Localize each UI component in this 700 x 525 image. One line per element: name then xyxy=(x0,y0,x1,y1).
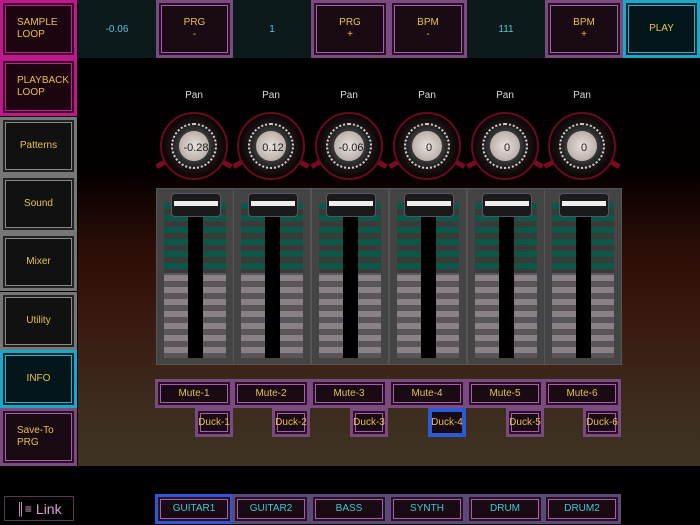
value-display: -0.06 xyxy=(78,0,156,58)
knob-dial: -0.06 xyxy=(326,123,372,169)
link-button[interactable]: ║≡ Link xyxy=(4,496,74,521)
track-tab-drum2[interactable]: DRUM2 xyxy=(543,494,621,524)
duck-button[interactable]: Duck-1 xyxy=(195,408,233,437)
track-tab-drum[interactable]: DRUM xyxy=(466,494,544,524)
fader-handle[interactable] xyxy=(248,193,298,217)
bpm-display: 111 xyxy=(467,0,545,58)
mute-button[interactable]: Mute-2 xyxy=(232,379,310,408)
pan-label: Pan xyxy=(418,90,436,101)
link-label: Link xyxy=(35,500,62,517)
bpm-minus-button[interactable]: BPM - xyxy=(389,0,467,58)
fader-handle[interactable] xyxy=(326,193,376,217)
nav-sample-loop-button[interactable]: SAMPLE LOOP xyxy=(0,0,77,58)
pan-label: Pan xyxy=(262,90,280,101)
pan-label: Pan xyxy=(573,90,591,101)
mute-button[interactable]: Mute-4 xyxy=(388,379,466,408)
track-tab-synth[interactable]: SYNTH xyxy=(388,494,466,524)
track-tab-bass[interactable]: BASS xyxy=(310,494,388,524)
pan-value: 0 xyxy=(503,142,511,154)
nav-info-button[interactable]: INFO xyxy=(0,349,77,408)
prg-minus-button[interactable]: PRG - xyxy=(156,0,233,58)
pan-label: Pan xyxy=(496,90,514,101)
pan-knob[interactable]: 0.12 xyxy=(232,112,310,180)
fader-track xyxy=(265,203,280,358)
track-tab-guitar2[interactable]: GUITAR2 xyxy=(232,494,310,524)
pan-value: -0.28 xyxy=(183,142,209,154)
pan-value: -0.06 xyxy=(338,142,364,154)
fader-handle[interactable] xyxy=(171,193,221,217)
pan-knob[interactable]: -0.28 xyxy=(155,112,233,180)
track-tab-guitar1[interactable]: GUITAR1 xyxy=(155,494,233,524)
nav-sound-button[interactable]: Sound xyxy=(0,174,77,233)
volume-fader[interactable] xyxy=(311,188,389,365)
pan-value: 0 xyxy=(425,142,433,154)
knob-dial: -0.28 xyxy=(171,123,217,169)
bpm-plus-button[interactable]: BPM + xyxy=(545,0,623,58)
nav-mixer-button[interactable]: Mixer xyxy=(0,233,77,292)
pan-label: Pan xyxy=(185,90,203,101)
duck-button[interactable]: Duck-5 xyxy=(506,408,544,437)
volume-fader[interactable] xyxy=(544,188,622,365)
play-button[interactable]: PLAY xyxy=(623,0,700,58)
duck-button[interactable]: Duck-6 xyxy=(583,408,621,437)
volume-fader[interactable] xyxy=(389,188,467,365)
link-icon: ║≡ xyxy=(16,501,32,516)
fader-track xyxy=(421,203,436,358)
duck-button[interactable]: Duck-2 xyxy=(272,408,310,437)
volume-fader[interactable] xyxy=(156,188,234,365)
nav-save-to-prg-button[interactable]: Save-To PRG xyxy=(0,408,77,467)
pan-knob[interactable]: 0 xyxy=(543,112,621,180)
volume-fader[interactable] xyxy=(233,188,311,365)
pan-knob[interactable]: 0 xyxy=(466,112,544,180)
knob-dial: 0 xyxy=(559,123,605,169)
fader-handle[interactable] xyxy=(559,193,609,217)
mute-button[interactable]: Mute-1 xyxy=(155,379,233,408)
fader-track xyxy=(576,203,591,358)
fader-handle[interactable] xyxy=(482,193,532,217)
pan-knob[interactable]: -0.06 xyxy=(310,112,388,180)
volume-fader[interactable] xyxy=(467,188,545,365)
nav-patterns-button[interactable]: Patterns xyxy=(0,116,77,175)
pan-label: Pan xyxy=(340,90,358,101)
prg-plus-button[interactable]: PRG + xyxy=(311,0,389,58)
mute-button[interactable]: Mute-5 xyxy=(466,379,544,408)
fader-track xyxy=(188,203,203,358)
mute-button[interactable]: Mute-3 xyxy=(310,379,388,408)
pan-knob[interactable]: 0 xyxy=(388,112,466,180)
nav-utility-button[interactable]: Utility xyxy=(0,291,77,350)
fader-handle[interactable] xyxy=(404,193,454,217)
nav-playback-loop-button[interactable]: PLAYBACK LOOP xyxy=(0,58,77,117)
knob-dial: 0 xyxy=(482,123,528,169)
pan-value: 0 xyxy=(580,142,588,154)
fader-track xyxy=(343,203,358,358)
duck-button[interactable]: Duck-3 xyxy=(350,408,388,437)
knob-dial: 0.12 xyxy=(248,123,294,169)
mute-button[interactable]: Mute-6 xyxy=(543,379,621,408)
knob-dial: 0 xyxy=(404,123,450,169)
program-display: 1 xyxy=(233,0,311,58)
fader-track xyxy=(499,203,514,358)
duck-button[interactable]: Duck-4 xyxy=(428,408,466,437)
pan-value: 0.12 xyxy=(262,142,284,154)
